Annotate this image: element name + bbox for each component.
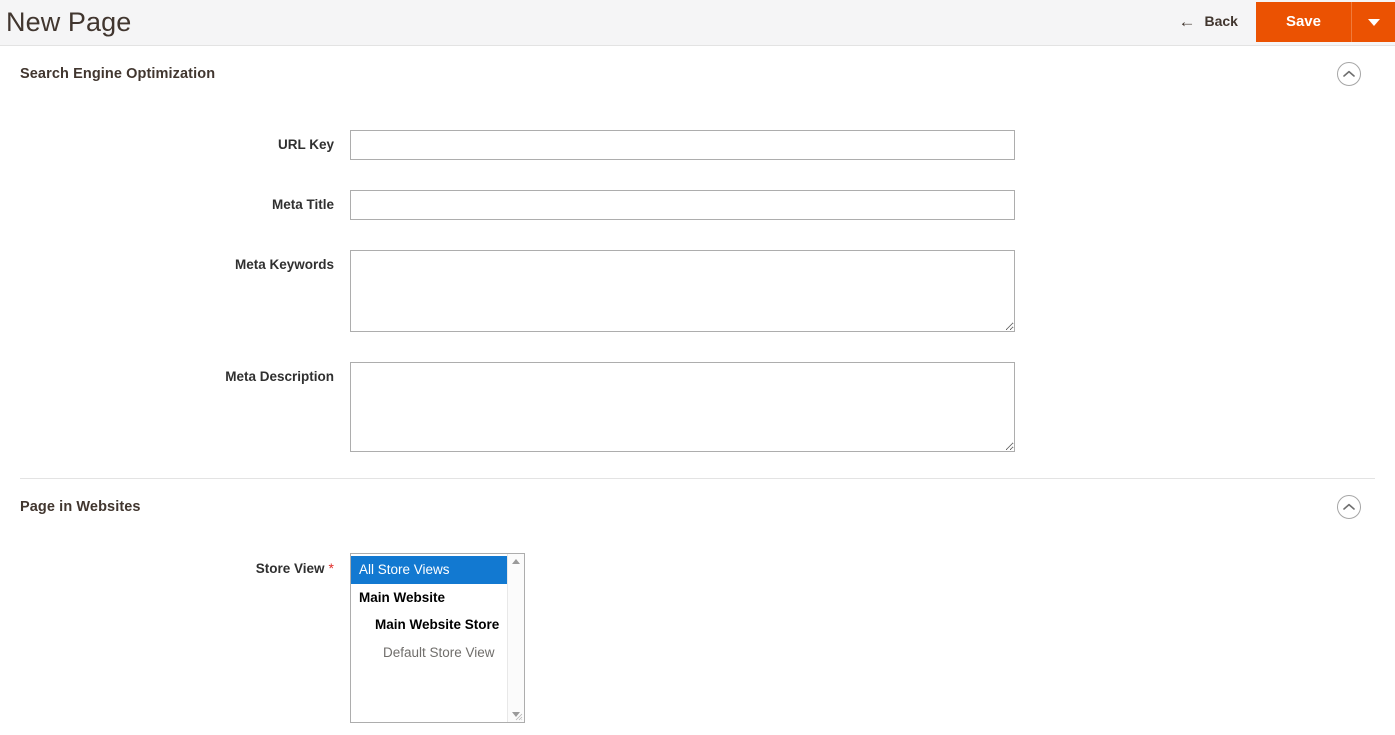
- store-view-option-main-website[interactable]: Main Website: [351, 584, 507, 612]
- field-row-url-key: URL Key: [20, 130, 1375, 160]
- label-url-key: URL Key: [277, 137, 334, 152]
- page-content: Search Engine Optimization URL Key Meta …: [0, 46, 1395, 723]
- caret-down-icon: [1367, 18, 1380, 26]
- field-row-store-view: Store View * All Store Views Main Website…: [20, 553, 1375, 723]
- section-page-in-websites: Page in Websites Store View * All Store V…: [0, 479, 1395, 723]
- section-header-page-in-websites[interactable]: Page in Websites: [20, 479, 1375, 535]
- meta-description-textarea[interactable]: [350, 362, 1015, 452]
- section-title-seo: Search Engine Optimization: [20, 66, 216, 82]
- label-meta-keywords: Meta Keywords: [234, 257, 334, 272]
- chevron-up-circle-icon[interactable]: [1337, 495, 1361, 519]
- back-button-label: Back: [1204, 13, 1238, 29]
- arrow-left-icon: ←: [1178, 11, 1196, 31]
- field-row-meta-title: Meta Title: [20, 190, 1375, 220]
- save-split-button: Save: [1255, 2, 1395, 42]
- label-meta-description: Meta Description: [225, 369, 334, 384]
- meta-keywords-textarea[interactable]: [350, 250, 1015, 332]
- label-store-view-text: Store View: [255, 561, 325, 576]
- control-meta-keywords: [350, 250, 1375, 332]
- control-meta-title: [350, 190, 1375, 220]
- label-store-view: Store View *: [20, 553, 350, 584]
- store-view-option-default-store-view[interactable]: Default Store View: [351, 639, 507, 667]
- control-meta-description: [350, 362, 1375, 452]
- field-row-meta-description: Meta Description: [20, 362, 1375, 452]
- page-header: New Page ← Back Save: [0, 0, 1395, 46]
- store-view-option-list: All Store Views Main Website Main Websit…: [351, 554, 507, 722]
- store-view-multiselect[interactable]: All Store Views Main Website Main Websit…: [350, 553, 525, 723]
- control-store-view: All Store Views Main Website Main Websit…: [350, 553, 1375, 723]
- section-header-seo[interactable]: Search Engine Optimization: [20, 46, 1375, 102]
- section-title-page-in-websites: Page in Websites: [20, 499, 141, 515]
- header-actions: ← Back Save: [1168, 0, 1395, 46]
- chevron-up-circle-icon[interactable]: [1337, 62, 1361, 86]
- url-key-input[interactable]: [350, 130, 1015, 160]
- label-meta-title: Meta Title: [271, 197, 334, 212]
- store-view-option-all-store-views[interactable]: All Store Views: [351, 556, 507, 584]
- store-view-scrollbar[interactable]: [507, 554, 524, 722]
- save-dropdown-button[interactable]: [1351, 2, 1395, 42]
- back-button[interactable]: ← Back: [1168, 4, 1255, 38]
- save-button[interactable]: Save: [1255, 2, 1351, 42]
- required-asterisk: *: [328, 560, 334, 576]
- control-url-key: [350, 130, 1375, 160]
- field-row-meta-keywords: Meta Keywords: [20, 250, 1375, 332]
- store-view-option-main-website-store[interactable]: Main Website Store: [351, 611, 507, 639]
- section-search-engine-optimization: Search Engine Optimization URL Key Meta …: [0, 46, 1395, 478]
- resize-grip-icon[interactable]: [515, 713, 523, 721]
- scroll-up-arrow-icon[interactable]: [508, 554, 524, 569]
- page-title: New Page: [6, 7, 132, 37]
- meta-title-input[interactable]: [350, 190, 1015, 220]
